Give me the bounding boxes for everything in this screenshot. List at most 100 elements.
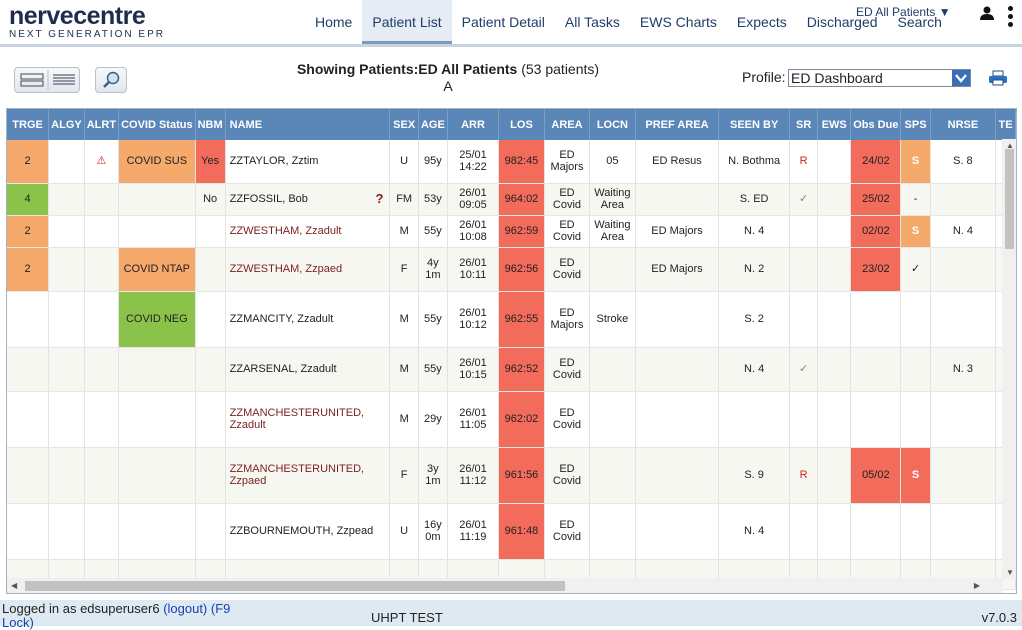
cell-covid [118,215,196,248]
cell-pref: ED Majors [635,215,720,248]
nav-all-tasks[interactable]: All Tasks [555,0,630,44]
cell-arr: 26/01 10:11 [447,247,500,292]
showing-prefix: Showing Patients: [296,61,419,77]
column-header-nbm[interactable]: NBM [195,109,226,140]
column-header-pref-area[interactable]: PREF AREA [635,109,720,140]
column-header-te[interactable]: TE [995,109,1016,140]
column-header-alrt[interactable]: ALRT [84,109,120,140]
printer-icon[interactable] [988,70,1008,86]
cell-seen: S. ED [718,183,791,216]
cell-obs [850,347,902,392]
logout-link[interactable]: (logout) [163,601,207,616]
column-header-nrse[interactable]: NRSE [930,109,997,140]
patient-name[interactable]: ZZMANCHESTERUNITED, Zzadult [230,407,364,431]
patient-name[interactable]: ZZMANCHESTERUNITED, Zzpaed [230,463,364,487]
cell-sps: S [900,140,931,184]
cell-nbm [195,291,226,348]
patient-count: (53 patients) [521,61,600,77]
cell-area: ED Covid [544,215,591,248]
table-row[interactable]: 2 ⚠ COVID SUS Yes ZZTAYLOR, Zztim U 95y 25/01 1… [7,140,1016,184]
cell-ews [817,247,852,292]
cell-obs [850,291,902,348]
cell-age: 95y [418,140,448,184]
nav-patient-detail[interactable]: Patient Detail [452,0,555,44]
cell-area: ED Majors [544,291,591,348]
cell-area: ED Covid [544,247,591,292]
profile-value: ED Dashboard [791,70,883,86]
vertical-scroll-thumb[interactable] [1005,149,1014,249]
table-row[interactable]: ZZMANCHESTERUNITED, Zzpaed F 3y 1m 26/01 11… [7,447,1016,504]
table-row[interactable]: 2 COVID NTAP ZZWESTHAM, Zzpaed F 4y 1m 26/01 … [7,247,1016,292]
nav-ews-charts[interactable]: EWS Charts [630,0,727,44]
cell-seen [718,391,791,448]
column-header-area[interactable]: AREA [544,109,591,140]
column-header-sex[interactable]: SEX [389,109,419,140]
cell-trge: 2 [7,140,50,184]
column-header-locn[interactable]: LOCN [589,109,636,140]
table-row[interactable]: ZZMANCHESTERUNITED, Zzadult M 29y 26/01 11:… [7,391,1016,448]
cell-locn: Waiting Area [589,215,636,248]
cell-nbm: No [195,183,226,216]
nav-patient-list[interactable]: Patient List [362,0,452,44]
cell-nbm [195,503,226,560]
patient-name[interactable]: ZZWESTHAM, Zzadult [230,225,342,237]
table-row[interactable]: ZZARSENAL, Zzadult M 55y 26/01 10:15 962:52 E… [7,347,1016,392]
table-row[interactable]: COVID NEG ZZMANCITY, Zzadult M 55y 26/01 10:… [7,291,1016,348]
column-header-los[interactable]: LOS [498,109,545,140]
cell-sps: - [900,183,931,216]
table-row[interactable]: 2 ZZWESTHAM, Zzadult M 55y 26/01 10:08 962:59… [7,215,1016,248]
nav-home[interactable]: Home [305,0,362,44]
cell-name: ZZTAYLOR, Zztim [225,140,391,184]
patient-name[interactable]: ZZWESTHAM, Zzpaed [230,263,342,275]
column-header-seen-by[interactable]: SEEN BY [718,109,791,140]
brand-logo: nervecentre NEXT GENERATION EPR [9,3,165,40]
patient-name[interactable]: ZZBOURNEMOUTH, Zzpead [230,525,374,537]
cell-ews [817,140,852,184]
cell-los: 962:52 [498,347,545,392]
column-header-age[interactable]: AGE [418,109,448,140]
cell-los: 982:45 [498,140,545,184]
patient-name[interactable]: ZZMANCITY, Zzadult [230,313,334,325]
cell-name: ZZFOSSIL, Bob? [225,183,391,216]
column-header-obs-due[interactable]: Obs Due [850,109,902,140]
vertical-scrollbar[interactable]: ▲ ▼ [1002,139,1016,579]
environment-label: UHPT TEST [371,610,443,625]
column-header-ews[interactable]: EWS [817,109,852,140]
cell-trge [7,391,50,448]
table-row[interactable]: ZZBOURNEMOUTH, Zzpead U 16y 0m 26/01 11:19 9… [7,503,1016,560]
cell-name: ZZWESTHAM, Zzadult [225,215,391,248]
horizontal-scroll-thumb[interactable] [25,581,565,591]
cell-sr: R [789,447,819,504]
column-header-arr[interactable]: ARR [447,109,500,140]
warning-icon: ⚠ [84,140,120,184]
patient-filter-dropdown[interactable]: ED All Patients ▼ [856,5,951,19]
column-header-name[interactable]: NAME [225,109,391,140]
cell-seen: S. 9 [718,447,791,504]
patient-name[interactable]: ZZFOSSIL, Bob [230,193,308,205]
question-flag-icon[interactable]: ? [375,192,383,205]
nav-expects[interactable]: Expects [727,0,797,44]
horizontal-scrollbar[interactable]: ◀ ▶ [7,578,1002,593]
table-row[interactable]: 4 No ZZFOSSIL, Bob? FM 53y 26/01 09:05 964:02 E… [7,183,1016,216]
chevron-down-icon[interactable] [952,70,970,86]
cell-arr: 26/01 10:12 [447,291,500,348]
profile-select[interactable]: ED Dashboard [788,69,971,87]
column-header-covid-status[interactable]: COVID Status [118,109,196,140]
patient-name[interactable]: ZZARSENAL, Zzadult [230,363,337,375]
column-header-sps[interactable]: SPS [900,109,931,140]
cell-age: 16y 0m [418,503,448,560]
cell-trge: 2 [7,215,50,248]
column-header-trge[interactable]: TRGE [7,109,50,140]
brand-tagline: NEXT GENERATION EPR [9,29,165,40]
column-header-sr[interactable]: SR [789,109,819,140]
more-menu-icon[interactable] [1006,6,1014,32]
cell-ews [817,183,852,216]
patient-name[interactable]: ZZTAYLOR, Zztim [230,155,319,167]
cell-alrt [84,391,120,448]
cell-trge [7,347,50,392]
cell-covid: COVID NTAP [118,247,196,292]
user-icon[interactable] [980,6,994,20]
cell-nrse [930,247,997,292]
column-header-algy[interactable]: ALGY [48,109,85,140]
cell-sr: R [789,140,819,184]
